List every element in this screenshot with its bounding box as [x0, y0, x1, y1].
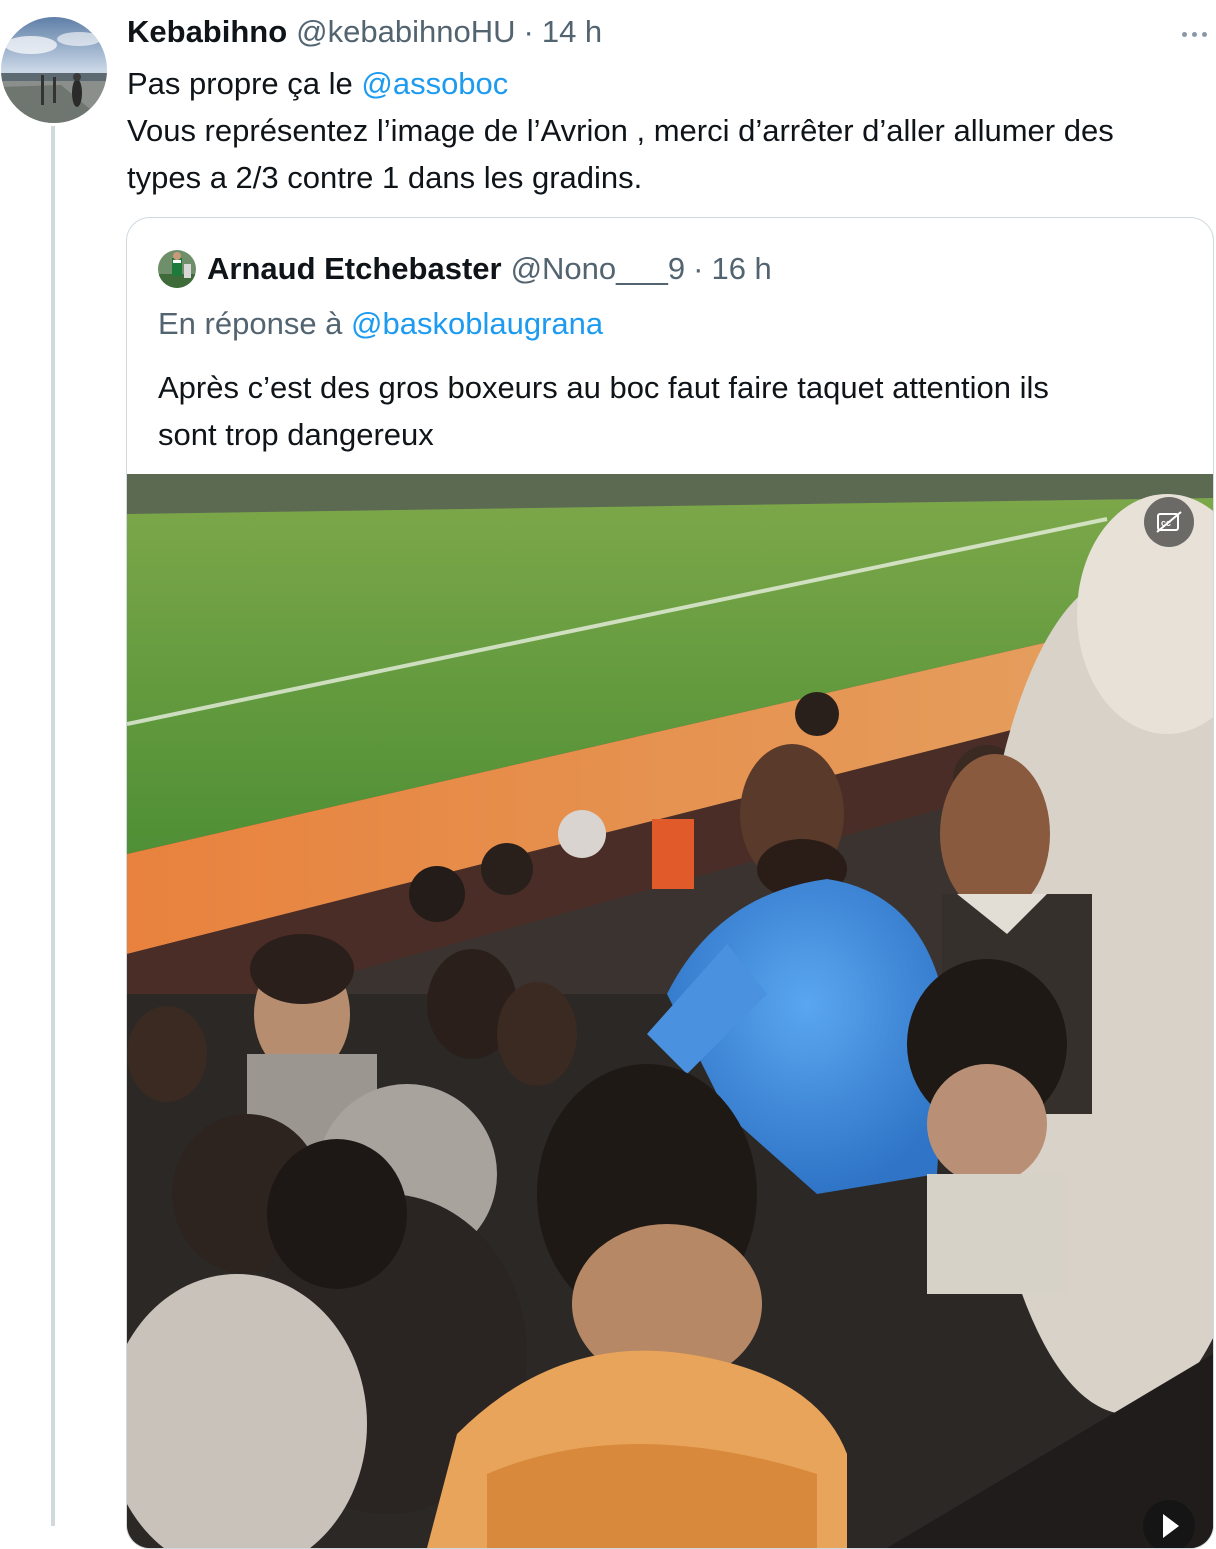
quoted-timestamp[interactable]: 16 h — [711, 251, 771, 287]
more-horizontal-icon[interactable] — [1176, 26, 1212, 42]
tweet-line-3: types a 2/3 contre 1 dans les gradins. — [127, 160, 643, 195]
author-avatar[interactable] — [1, 17, 107, 123]
quoted-tweet-header: Arnaud Etchebaster @Nono___9 · 16 h — [207, 248, 772, 290]
mention-link-baskoblaugrana[interactable]: @baskoblaugrana — [351, 306, 603, 341]
play-icon[interactable] — [1143, 1500, 1195, 1548]
quoted-author-avatar[interactable] — [158, 250, 196, 288]
tweet-line-1-text: Pas propre ça le — [127, 66, 362, 101]
quoted-line-1: Après c’est des gros boxeurs au boc faut… — [158, 370, 1049, 405]
tweet-header: Kebabihno @kebabihnoHU · 14 h — [127, 12, 602, 52]
replying-to-label: En réponse à — [158, 306, 352, 341]
video-frame — [127, 474, 1213, 1548]
tweet-line-2: Vous représentez l’image de l’Avrion , m… — [127, 113, 1114, 148]
quoted-tweet-text: Après c’est des gros boxeurs au boc faut… — [158, 364, 1188, 458]
dot-separator: · — [523, 14, 534, 49]
replying-to-line: En réponse à @baskoblaugrana — [158, 306, 603, 342]
quoted-author-name[interactable]: Arnaud Etchebaster — [207, 251, 502, 287]
quoted-line-2: sont trop dangereux — [158, 417, 434, 452]
video-player[interactable]: cc — [127, 474, 1213, 1548]
mention-link-assoboc[interactable]: @assoboc — [361, 66, 508, 101]
tweet-timestamp[interactable]: 14 h — [542, 14, 602, 50]
author-name[interactable]: Kebabihno — [127, 14, 287, 50]
quoted-tweet-card[interactable]: Arnaud Etchebaster @Nono___9 · 16 h En r… — [126, 217, 1214, 1549]
quoted-author-handle[interactable]: @Nono___9 — [511, 251, 686, 287]
quoted-dot-separator: · — [693, 251, 704, 286]
author-handle[interactable]: @kebabihnoHU — [296, 14, 515, 50]
tweet-text: Pas propre ça le @assoboc Vous représent… — [127, 60, 1215, 201]
thread-connector-line — [51, 126, 55, 1526]
captions-off-icon[interactable]: cc — [1144, 497, 1194, 547]
